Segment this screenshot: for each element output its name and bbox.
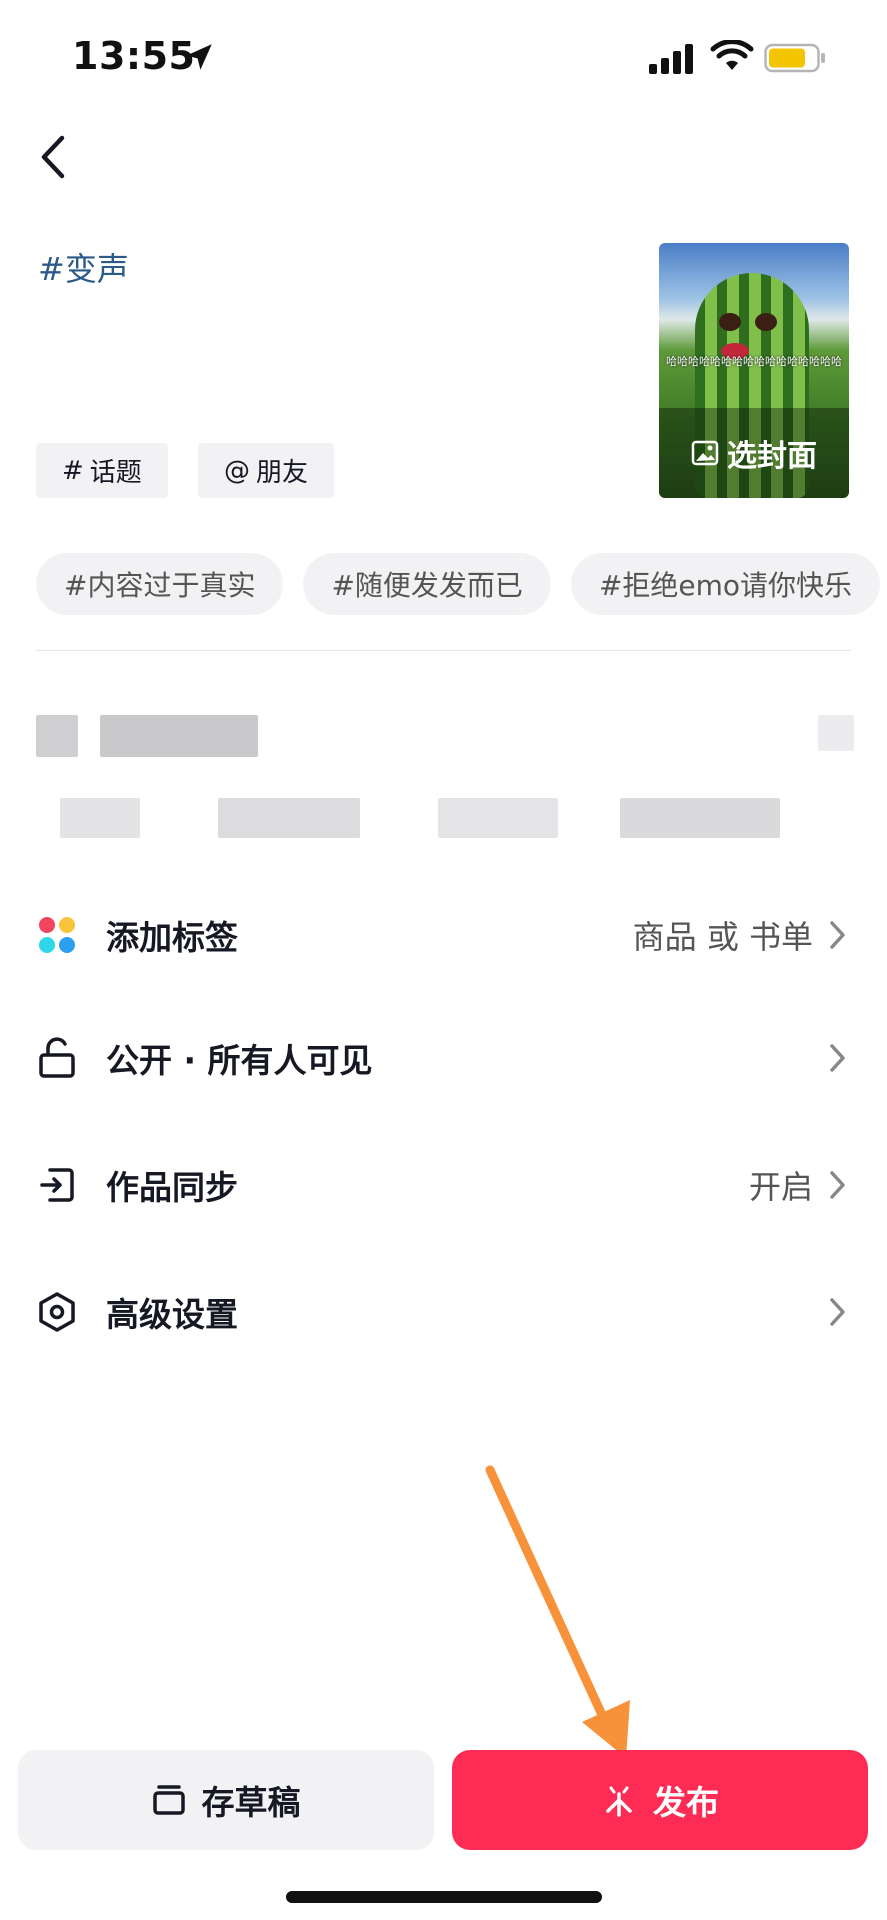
mention-chip-label: 朋友 <box>256 458 309 488</box>
caption-text[interactable]: #变声 <box>38 244 129 290</box>
at-icon: @ <box>224 455 250 486</box>
row-value: 开启 <box>748 1168 813 1206</box>
cover-thumbnail[interactable]: 哈哈哈哈哈哈哈哈哈哈哈哈哈哈哈哈 选封面 <box>659 243 849 498</box>
draft-box-icon <box>152 1785 185 1815</box>
image-icon <box>691 440 719 466</box>
hexagon-settings-icon <box>39 1292 75 1332</box>
row-value: 商品 或 书单 <box>632 918 813 956</box>
cellular-signal-icon <box>649 44 693 74</box>
select-cover-button[interactable]: 选封面 <box>659 408 849 498</box>
chevron-right-icon <box>830 1298 845 1326</box>
redacted-block <box>36 715 78 757</box>
chevron-right-icon <box>830 1044 845 1072</box>
hashtag-pill[interactable]: #拒绝emo请你快乐 <box>570 553 881 615</box>
hashtag-pill[interactable]: #内容过于真实 <box>36 553 284 615</box>
row-label: 高级设置 <box>106 1295 238 1334</box>
sparkle-icon <box>606 1786 632 1817</box>
colorful-dots-icon <box>39 917 75 953</box>
save-draft-label: 存草稿 <box>201 1783 301 1822</box>
unlock-icon <box>39 1037 75 1078</box>
back-chevron-icon[interactable] <box>34 132 74 182</box>
redacted-block <box>100 715 258 757</box>
row-label: 添加标签 <box>106 918 238 957</box>
publish-label: 发布 <box>653 1783 719 1822</box>
redacted-block <box>60 798 140 838</box>
location-arrow-icon <box>186 44 212 70</box>
cover-image-eye <box>755 313 777 331</box>
publish-button[interactable]: 发布 <box>452 1750 868 1850</box>
chevron-right-icon <box>830 921 845 949</box>
sync-exit-icon <box>40 1168 74 1202</box>
hashtag-suggestions: #内容过于真实 #随便发发而已 #拒绝emo请你快乐 <box>36 553 881 615</box>
cover-image-eye <box>719 313 741 331</box>
annotation-arrow-icon <box>485 1465 630 1758</box>
save-draft-button[interactable]: 存草稿 <box>18 1750 434 1850</box>
settings-row-sync[interactable]: 作品同步 开启 <box>0 1135 887 1235</box>
topic-chip-label: 话题 <box>89 458 142 488</box>
settings-row-visibility[interactable]: 公开 · 所有人可见 <box>0 1008 887 1108</box>
hash-icon: # <box>62 455 84 486</box>
row-label: 公开 · 所有人可见 <box>106 1041 373 1080</box>
chevron-right-icon <box>830 1171 845 1199</box>
settings-row-add-tag[interactable]: 添加标签 商品 或 书单 <box>0 885 887 985</box>
settings-row-advanced[interactable]: 高级设置 <box>0 1262 887 1362</box>
mention-chip[interactable]: @ 朋友 <box>198 443 335 498</box>
status-time: 13:55 <box>72 34 196 78</box>
hashtag-pill[interactable]: #随便发发而已 <box>303 553 551 615</box>
redacted-block <box>818 715 854 751</box>
battery-icon <box>764 43 825 73</box>
wifi-icon <box>710 40 754 70</box>
home-indicator[interactable] <box>286 1891 602 1903</box>
row-label: 作品同步 <box>106 1168 238 1207</box>
select-cover-label: 选封面 <box>727 439 817 474</box>
cover-subtitle: 哈哈哈哈哈哈哈哈哈哈哈哈哈哈哈哈 <box>666 355 842 368</box>
redacted-block <box>438 798 558 838</box>
divider <box>36 650 851 651</box>
redacted-block <box>218 798 360 838</box>
topic-chip[interactable]: # 话题 <box>36 443 168 498</box>
redacted-block <box>620 798 780 838</box>
